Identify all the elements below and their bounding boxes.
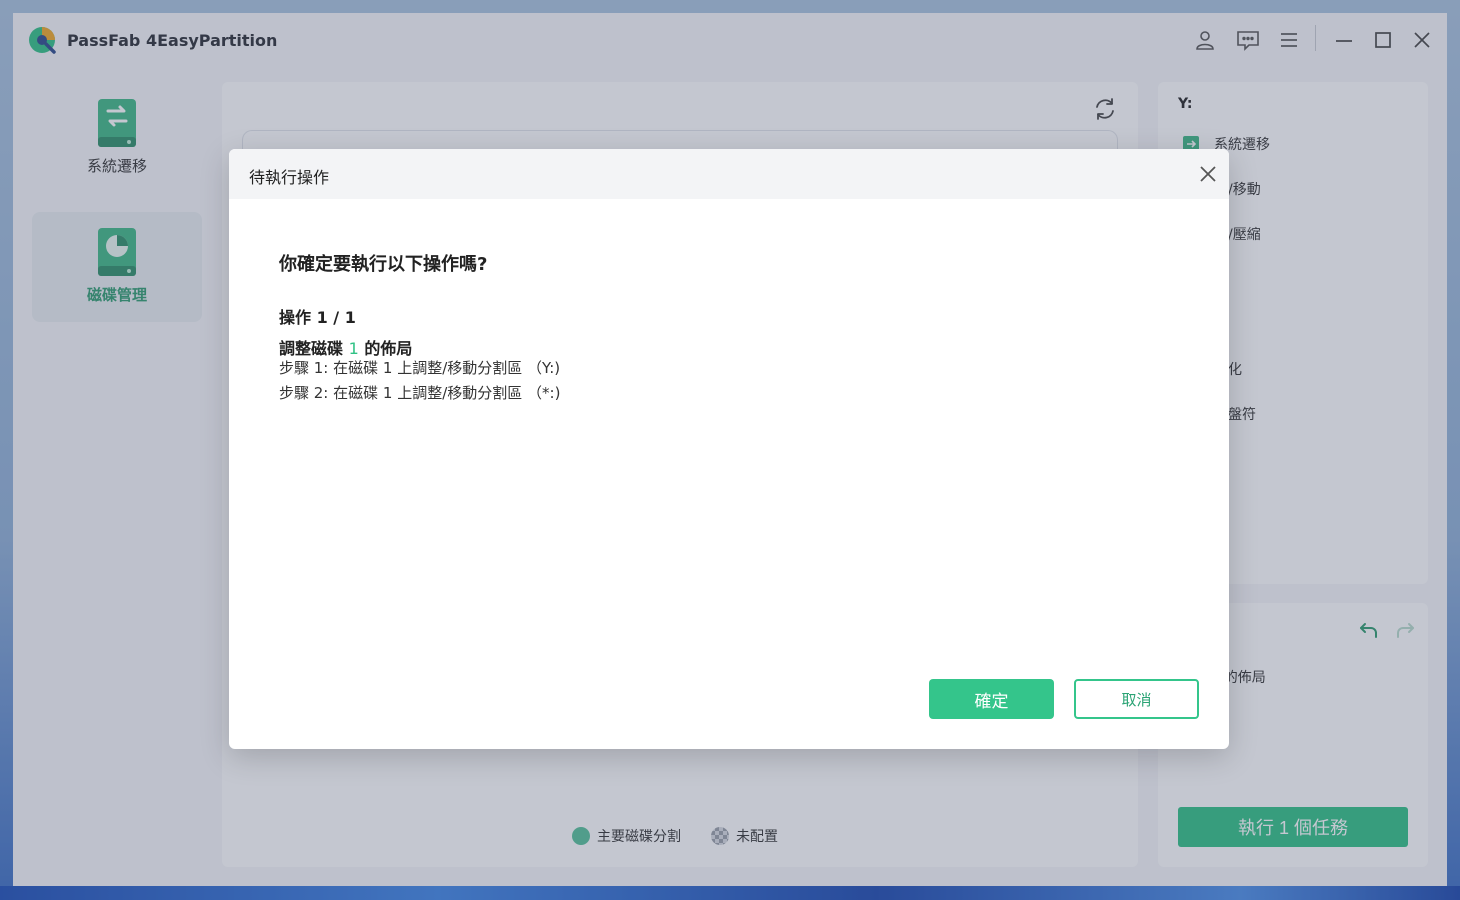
cancel-button[interactable]: 取消 <box>1074 679 1199 719</box>
disk-number: 1 <box>348 339 359 358</box>
confirm-button[interactable]: 確定 <box>929 679 1054 719</box>
operation-step: 步驟 1: 在磁碟 1 上調整/移動分割區 （Y:) <box>279 359 561 377</box>
dialog-title: 待執行操作 <box>249 168 330 187</box>
operation-counter: 操作 1 / 1 <box>279 308 356 327</box>
pending-operations-dialog: 待執行操作 你確定要執行以下操作嗎? 操作 1 / 1 調整磁碟 1 的佈局 步… <box>229 149 1229 749</box>
operation-title-prefix: 調整磁碟 <box>279 339 349 358</box>
close-dialog-icon[interactable] <box>1197 163 1219 185</box>
dialog-header: 待執行操作 <box>229 149 1229 199</box>
operation-step: 步驟 2: 在磁碟 1 上調整/移動分割區 （*:) <box>279 384 561 402</box>
operation-title: 調整磁碟 1 的佈局 <box>279 335 412 359</box>
operation-title-suffix: 的佈局 <box>358 339 413 358</box>
dialog-question: 你確定要執行以下操作嗎? <box>279 254 488 275</box>
